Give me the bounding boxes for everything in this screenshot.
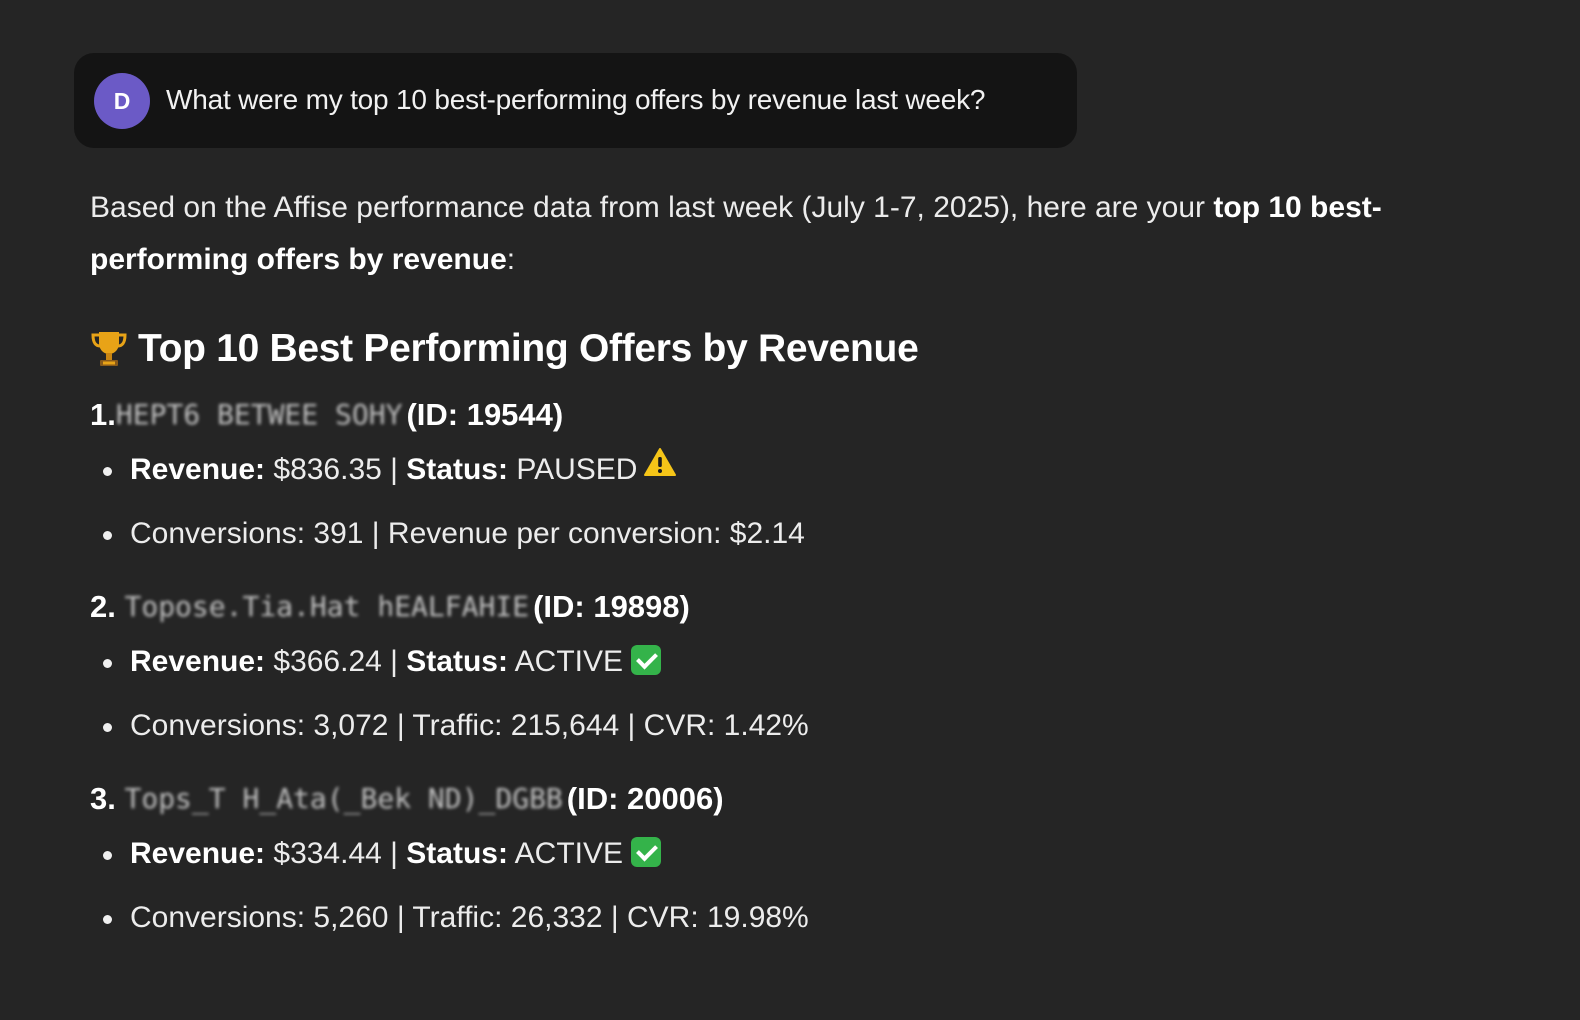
revenue-status-line: Revenue: $836.35 | Status: PAUSED xyxy=(90,438,1390,502)
heading-text: Top 10 Best Performing Offers by Revenue xyxy=(138,327,919,370)
offer-item: 1. HEPT6 BETWEE SOHY (ID: 19544) Revenue… xyxy=(90,392,1390,566)
revenue-label: Revenue: xyxy=(130,453,266,486)
offer-title: 1. HEPT6 BETWEE SOHY (ID: 19544) xyxy=(90,392,1390,438)
offer-id: (ID: 20006) xyxy=(566,781,724,816)
offer-number: 3. xyxy=(90,781,116,816)
response-intro: Based on the Affise performance data fro… xyxy=(90,182,1390,286)
intro-end: : xyxy=(506,243,516,276)
conversion-detail-line: Conversions: 3,072 | Traffic: 215,644 | … xyxy=(90,694,1390,758)
revenue-status-line: Revenue: $334.44 | Status: ACTIVE xyxy=(90,822,1390,886)
conversion-detail-line: Conversions: 391 | Revenue per conversio… xyxy=(90,502,1390,566)
offer-details: Revenue: $334.44 | Status: ACTIVE Conver… xyxy=(90,822,1390,950)
chat-view: D What were my top 10 best-performing of… xyxy=(0,0,1580,1020)
revenue-value: $836.35 | xyxy=(265,453,407,486)
warning-icon xyxy=(643,436,677,500)
status-label: Status: xyxy=(406,645,508,678)
redacted-offer-name: Tops_T H_Ata(_Bek ND)_DGBB xyxy=(124,782,563,815)
response-heading: Top 10 Best Performing Offers by Revenue xyxy=(90,324,1390,374)
status-value: PAUSED xyxy=(507,453,638,486)
offer-title: 3. Tops_T H_Ata(_Bek ND)_DGBB (ID: 20006… xyxy=(90,776,1390,822)
status-label: Status: xyxy=(406,453,508,486)
offer-id: (ID: 19898) xyxy=(533,589,690,624)
revenue-value: $334.44 | xyxy=(265,837,407,870)
offer-number: 1. xyxy=(90,397,116,432)
status-label: Status: xyxy=(406,837,508,870)
revenue-label: Revenue: xyxy=(130,645,266,678)
intro-text: Based on the Affise performance data fro… xyxy=(90,191,1214,224)
check-icon xyxy=(631,837,662,868)
offer-number: 2. xyxy=(90,589,116,624)
revenue-status-line: Revenue: $366.24 | Status: ACTIVE xyxy=(90,630,1390,694)
user-message-bubble: D What were my top 10 best-performing of… xyxy=(74,53,1077,148)
redacted-offer-name: HEPT6 BETWEE SOHY xyxy=(115,398,403,431)
offer-item: 2. Topose.Tia.Hat hEALFAHIE (ID: 19898) … xyxy=(90,584,1390,758)
revenue-label: Revenue: xyxy=(130,837,266,870)
offer-id: (ID: 19544) xyxy=(406,397,564,432)
assistant-response: Based on the Affise performance data fro… xyxy=(90,182,1390,950)
offer-details: Revenue: $366.24 | Status: ACTIVE Conver… xyxy=(90,630,1390,758)
status-value: ACTIVE xyxy=(507,645,624,678)
user-message-text: What were my top 10 best-performing offe… xyxy=(166,84,986,115)
check-icon xyxy=(631,645,662,676)
trophy-icon xyxy=(90,329,128,369)
offer-details: Revenue: $836.35 | Status: PAUSED Conver… xyxy=(90,438,1390,566)
offer-title: 2. Topose.Tia.Hat hEALFAHIE (ID: 19898) xyxy=(90,584,1390,630)
offer-item: 3. Tops_T H_Ata(_Bek ND)_DGBB (ID: 20006… xyxy=(90,776,1390,950)
user-avatar[interactable]: D xyxy=(94,73,150,129)
conversion-detail-line: Conversions: 5,260 | Traffic: 26,332 | C… xyxy=(90,886,1390,950)
revenue-value: $366.24 | xyxy=(265,645,407,678)
redacted-offer-name: Topose.Tia.Hat hEALFAHIE xyxy=(124,590,530,623)
status-value: ACTIVE xyxy=(507,837,624,870)
